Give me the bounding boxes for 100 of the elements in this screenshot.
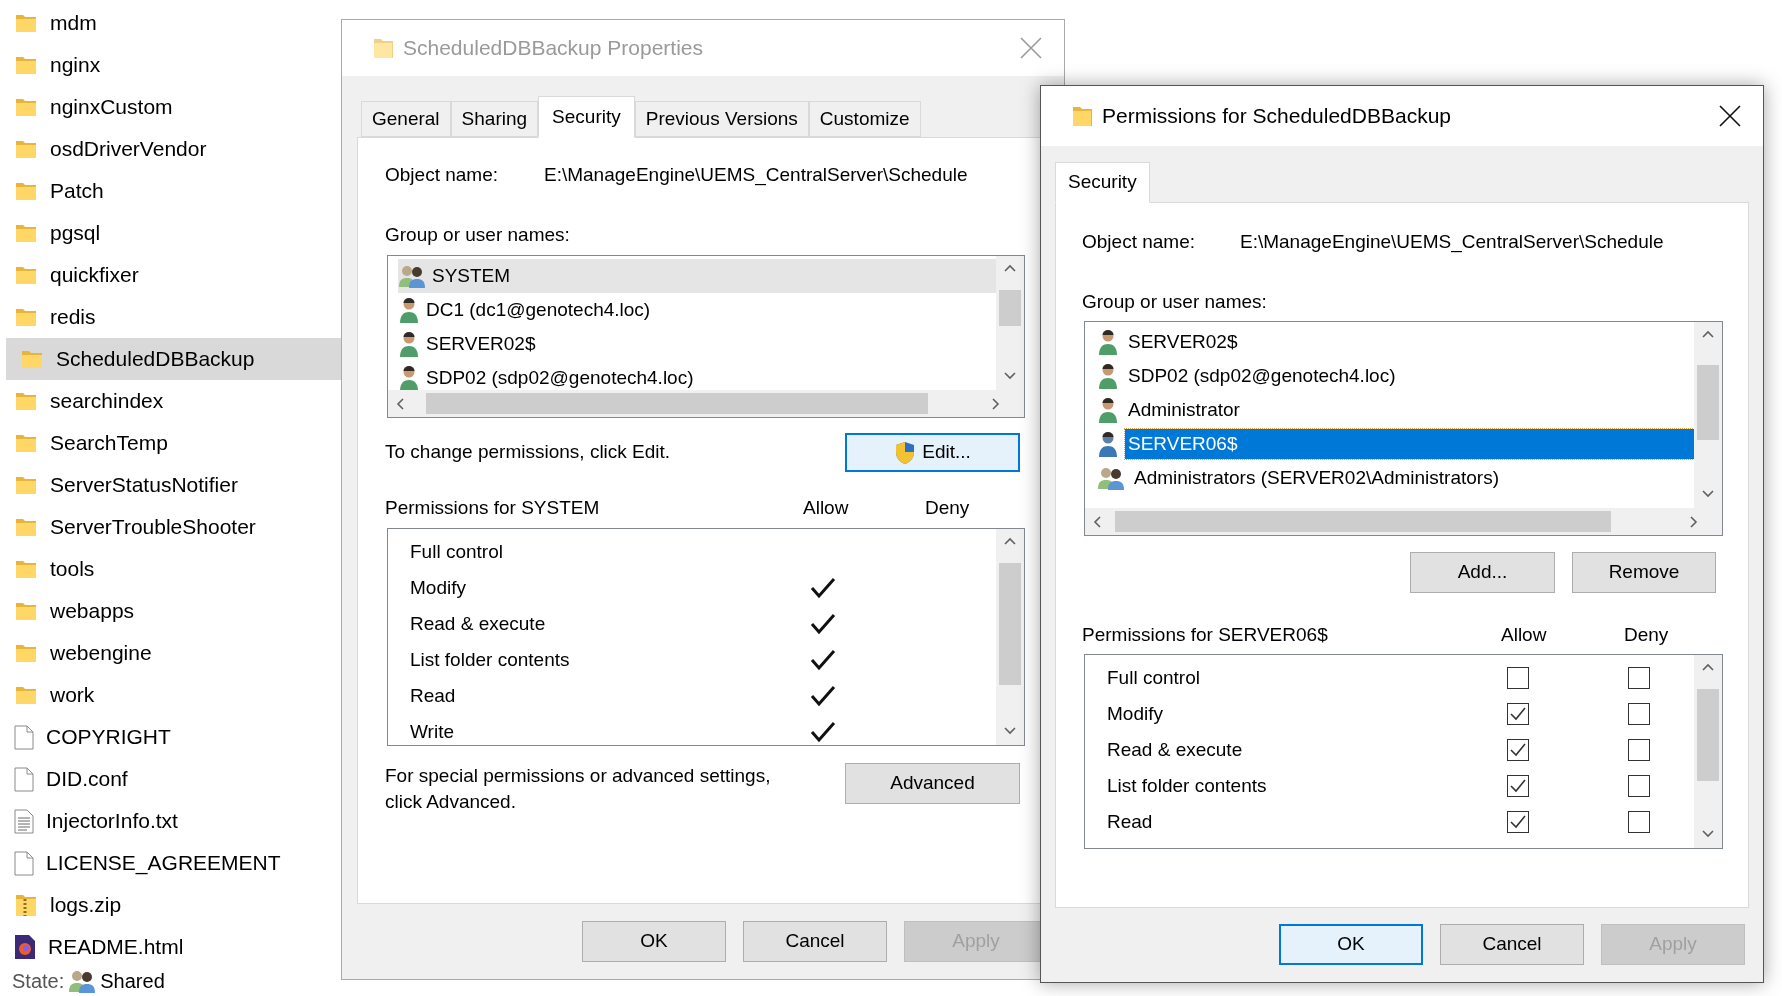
tab[interactable]: General <box>361 101 451 137</box>
user-list-item[interactable]: SDP02 (sdp02@genotech4.loc) <box>398 361 996 390</box>
file-item[interactable]: webengine <box>0 632 341 674</box>
scrollbar-thumb[interactable] <box>1697 365 1719 440</box>
file-item[interactable]: ServerStatusNotifier <box>0 464 341 506</box>
permission-name: List folder contents <box>1106 773 1268 798</box>
field-label: Object name: <box>1082 229 1196 254</box>
file-item[interactable]: tools <box>0 548 341 590</box>
column-header: Allow <box>803 495 850 520</box>
file-item[interactable]: SearchTemp <box>0 422 341 464</box>
file-item[interactable]: webapps <box>0 590 341 632</box>
horizontal-scrollbar[interactable] <box>1085 508 1722 535</box>
dialog-button[interactable]: Add... <box>1410 552 1555 593</box>
vertical-scrollbar[interactable] <box>1694 322 1722 508</box>
vertical-scrollbar[interactable] <box>996 529 1024 745</box>
checkbox[interactable] <box>1507 739 1529 761</box>
permission-name: Read & execute <box>409 611 547 636</box>
dialog-button[interactable]: Cancel <box>1440 924 1584 965</box>
permission-name: Read <box>1106 809 1154 834</box>
scrollbar-thumb[interactable] <box>1697 689 1719 781</box>
dialog-button[interactable]: Cancel <box>743 921 887 962</box>
window-title: ScheduledDBBackup Properties <box>403 35 703 62</box>
permission-name: Read <box>409 683 457 708</box>
permission-name: Read & execute <box>1106 737 1244 762</box>
file-item[interactable]: pgsql <box>0 212 341 254</box>
vertical-scrollbar[interactable] <box>1694 655 1722 848</box>
user-list-item[interactable]: SERVER02$ <box>1097 325 1694 359</box>
permissions-label: Permissions for SYSTEM <box>385 495 601 520</box>
file-item[interactable]: COPYRIGHT <box>0 716 341 758</box>
file-item[interactable]: mdm <box>0 2 341 44</box>
checkbox[interactable] <box>1628 739 1650 761</box>
user-group-icon <box>398 264 426 288</box>
document-icon <box>14 724 34 750</box>
file-item[interactable]: quickfixer <box>0 254 341 296</box>
checkbox[interactable] <box>1628 667 1650 689</box>
file-item[interactable]: ScheduledDBBackup <box>6 338 341 380</box>
file-item[interactable]: searchindex <box>0 380 341 422</box>
user-icon <box>398 365 420 390</box>
horizontal-scrollbar[interactable] <box>388 390 1024 417</box>
folder-icon <box>1071 104 1093 128</box>
user-group-icon <box>68 969 97 993</box>
tab[interactable]: Customize <box>808 101 921 137</box>
status-label: State: <box>12 969 65 994</box>
user-list-item[interactable]: SERVER02$ <box>398 327 996 361</box>
hint-text: To change permissions, click Edit. <box>385 440 672 465</box>
user-list-item[interactable]: DC1 (dc1@genotech4.loc) <box>398 293 996 327</box>
column-header: Allow <box>1501 622 1548 647</box>
file-item[interactable]: Patch <box>0 170 341 212</box>
tab[interactable]: Security <box>1055 162 1150 203</box>
folder-icon <box>372 36 394 60</box>
checkbox[interactable] <box>1628 703 1650 725</box>
permission-name: Modify <box>1106 701 1164 726</box>
user-list-item[interactable]: SDP02 (sdp02@genotech4.loc) <box>1097 359 1694 393</box>
field-label: Object name: <box>385 162 499 187</box>
object-name-value: E:\ManageEngine\UEMS_CentralServer\Schedule <box>1240 229 1664 255</box>
dialog-button[interactable]: OK <box>1279 924 1423 965</box>
zip-folder-icon <box>14 892 38 918</box>
tab[interactable]: Sharing <box>450 101 539 137</box>
checkbox[interactable] <box>1507 775 1529 797</box>
column-header: Deny <box>925 495 970 520</box>
tab[interactable]: Security <box>538 96 635 138</box>
user-icon <box>1097 431 1119 457</box>
field-label: Group or user names: <box>1082 290 1267 314</box>
checkbox[interactable] <box>1628 775 1650 797</box>
file-item[interactable]: README.html <box>0 926 341 968</box>
file-item[interactable]: nginxCustom <box>0 86 341 128</box>
checkbox[interactable] <box>1507 667 1529 689</box>
file-item[interactable]: osdDriverVendor <box>0 128 341 170</box>
dialog-button[interactable]: OK <box>582 921 726 962</box>
scrollbar-thumb[interactable] <box>1115 511 1611 532</box>
user-list-item[interactable]: Administrator <box>1097 393 1694 427</box>
file-item[interactable]: nginx <box>0 44 341 86</box>
tab[interactable]: Previous Versions <box>634 101 809 137</box>
dialog-button[interactable]: Advanced <box>845 763 1020 804</box>
user-icon <box>398 297 420 323</box>
close-icon[interactable] <box>1719 105 1741 127</box>
file-item[interactable]: LICENSE_AGREEMENT <box>0 842 341 884</box>
edit-button[interactable]: Edit... <box>845 433 1020 472</box>
user-list-item[interactable]: SYSTEM <box>398 259 996 293</box>
scrollbar-thumb[interactable] <box>426 393 928 414</box>
shield-icon <box>894 440 917 465</box>
scrollbar-thumb[interactable] <box>999 563 1021 685</box>
scrollbar-thumb[interactable] <box>999 290 1021 326</box>
file-item[interactable]: InjectorInfo.txt <box>0 800 341 842</box>
document-icon <box>14 850 34 876</box>
user-list-item[interactable]: Administrators (SERVER02\Administrators) <box>1097 461 1694 495</box>
permission-name: Write <box>409 719 455 744</box>
file-item[interactable]: redis <box>0 296 341 338</box>
file-item[interactable]: DID.conf <box>0 758 341 800</box>
checkbox[interactable] <box>1507 703 1529 725</box>
permission-name: Full control <box>409 539 504 564</box>
file-item[interactable]: ServerTroubleShooter <box>0 506 341 548</box>
checkbox[interactable] <box>1507 811 1529 833</box>
column-header: Deny <box>1624 622 1669 647</box>
user-icon <box>1097 329 1119 355</box>
vertical-scrollbar[interactable] <box>996 256 1024 390</box>
dialog-button[interactable]: Remove <box>1572 552 1716 593</box>
file-item[interactable]: logs.zip <box>0 884 341 926</box>
checkbox[interactable] <box>1628 811 1650 833</box>
file-item[interactable]: work <box>0 674 341 716</box>
